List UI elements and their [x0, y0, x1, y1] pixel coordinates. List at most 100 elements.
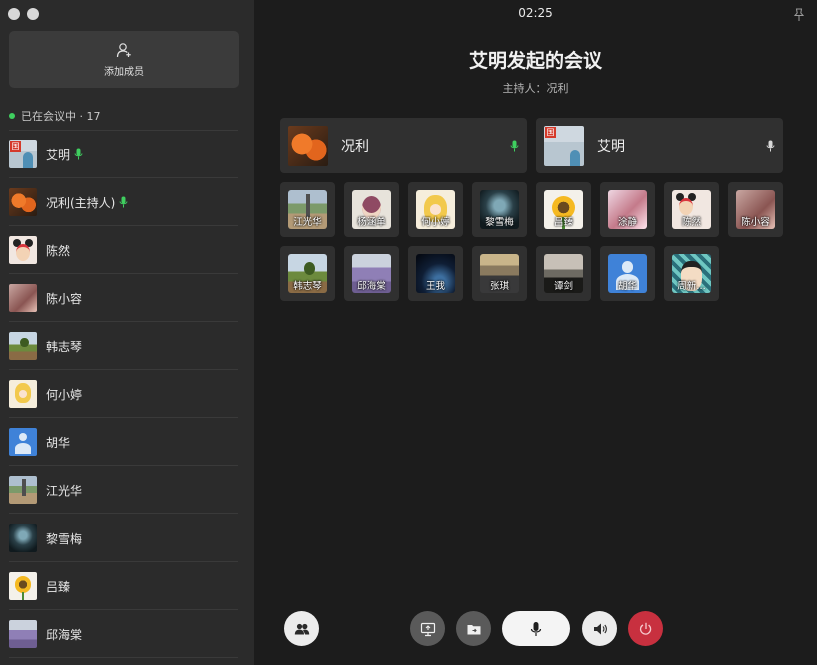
speaker-button[interactable]: [582, 611, 617, 646]
avatar: [9, 332, 37, 360]
avatar: [9, 524, 37, 552]
participant-name: 谭剑: [553, 281, 573, 292]
member-name: 况利(主持人): [46, 195, 116, 210]
member-name: 何小婷: [46, 387, 83, 402]
meeting-timer: 02:25: [518, 6, 553, 20]
participant-tile[interactable]: 邱海棠: [344, 246, 399, 301]
participant-tile[interactable]: 吕臻: [536, 182, 591, 237]
participant-tile[interactable]: 王我: [408, 246, 463, 301]
screen-share-button[interactable]: [410, 611, 445, 646]
participant-name: 吕臻: [553, 217, 573, 228]
screen-share-icon: [420, 622, 435, 636]
online-dot-icon: [9, 113, 15, 119]
member-list-item[interactable]: 胡华: [0, 418, 254, 466]
member-list: 艾明况利(主持人) 陈然陈小容韩志琴何小婷胡华江光华黎雪梅吕臻邱海棠: [0, 130, 254, 658]
member-list-item[interactable]: 韩志琴: [0, 322, 254, 370]
participant-name: 陈然: [681, 217, 701, 228]
avatar: [288, 125, 328, 166]
microphone-button[interactable]: [502, 611, 570, 646]
file-share-icon: [467, 624, 480, 634]
meeting-stage: 02:25 艾明发起的会议 主持人：况利 况利 艾明 江光华 杨涵单 何小婷 黎雪梅 吕…: [254, 0, 817, 665]
members-icon: [294, 623, 309, 634]
file-share-button[interactable]: [456, 611, 491, 646]
participant-tile[interactable]: 张琪: [472, 246, 527, 301]
member-name: 韩志琴: [46, 339, 83, 354]
participant-name: 陈小容: [741, 217, 770, 228]
meeting-host: 主持人：况利: [502, 82, 569, 95]
avatar: [9, 476, 37, 504]
member-name: 陈小容: [46, 291, 83, 306]
speaker-name: 艾明: [597, 138, 625, 155]
member-name: 黎雪梅: [46, 531, 83, 546]
participant-tile[interactable]: 谭剑: [536, 246, 591, 301]
participant-name: 杨涵单: [357, 217, 386, 228]
participant-tile[interactable]: 胡华: [600, 246, 655, 301]
participant-name: 涂静: [617, 217, 637, 228]
members-button[interactable]: [284, 611, 319, 646]
member-list-item[interactable]: 江光华: [0, 466, 254, 514]
microphone-icon: [119, 196, 128, 208]
minimize-window-button[interactable]: [27, 8, 39, 20]
pin-icon[interactable]: [793, 8, 805, 22]
avatar: [9, 140, 37, 168]
avatar: [9, 380, 37, 408]
member-name: 邱海棠: [46, 627, 83, 642]
add-member-label: 添加成员: [104, 66, 144, 78]
in-meeting-count: 已在会议中 · 17: [9, 108, 101, 124]
meeting-window: 添加成员 已在会议中 · 17 艾明况利(主持人)陈然陈小容韩志琴何小婷胡华江光…: [0, 0, 817, 665]
member-name: 吕臻: [46, 579, 71, 594]
member-name: 胡华: [46, 435, 71, 450]
participant-name: 韩志琴: [293, 281, 322, 292]
speaker-card[interactable]: 艾明: [536, 118, 783, 173]
participant-tile[interactable]: 涂静: [600, 182, 655, 237]
participant-name: 江光华: [293, 217, 322, 228]
avatar: [9, 572, 37, 600]
avatar: [9, 284, 37, 312]
member-name: 陈然: [46, 243, 71, 258]
speaker-card[interactable]: 况利: [280, 118, 527, 173]
participant-tile[interactable]: 何小婷: [408, 182, 463, 237]
member-list-item[interactable]: 艾明: [0, 130, 254, 178]
hangup-button[interactable]: [628, 611, 663, 646]
avatar: [9, 620, 37, 648]
member-list-item[interactable]: 黎雪梅: [0, 514, 254, 562]
speaker-name: 况利: [341, 138, 369, 155]
add-member-button[interactable]: 添加成员: [9, 31, 239, 88]
participant-tile[interactable]: 黎雪梅: [472, 182, 527, 237]
member-list-item[interactable]: 何小婷: [0, 370, 254, 418]
participant-tile[interactable]: 杨涵单: [344, 182, 399, 237]
member-list-item[interactable]: 陈小容: [0, 274, 254, 322]
member-list-item[interactable]: 陈然: [0, 226, 254, 274]
avatar: [9, 428, 37, 456]
participant-name: 邱海棠: [357, 281, 386, 292]
microphone-icon: [74, 148, 83, 160]
participant-tile[interactable]: 江光华: [280, 182, 335, 237]
member-name: 江光华: [46, 483, 83, 498]
participant-tile[interactable]: 周新…: [664, 246, 719, 301]
member-list-item[interactable]: 吕臻: [0, 562, 254, 610]
avatar: [9, 188, 37, 216]
power-icon: [639, 622, 651, 635]
member-sidebar: 添加成员 已在会议中 · 17 艾明况利(主持人) 陈然陈小容韩志琴何小婷胡华江光…: [0, 0, 254, 665]
member-list-item[interactable]: 况利(主持人): [0, 178, 254, 226]
participant-name: 黎雪梅: [485, 217, 514, 228]
microphone-icon: [510, 140, 519, 152]
participant-tile[interactable]: 陈然: [664, 182, 719, 237]
avatar: [544, 125, 584, 166]
in-meeting-label: 已在会议中 · 17: [21, 110, 101, 123]
member-name: 艾明: [46, 147, 71, 162]
participant-name: 胡华: [617, 281, 637, 292]
microphone-icon: [766, 140, 775, 152]
close-window-button[interactable]: [8, 8, 20, 20]
participant-tile[interactable]: 陈小容: [728, 182, 783, 237]
meeting-title: 艾明发起的会议: [468, 50, 602, 72]
member-list-item[interactable]: 邱海棠: [0, 610, 254, 658]
microphone-icon: [530, 621, 542, 636]
participant-name: 何小婷: [421, 217, 450, 228]
participant-tile[interactable]: 韩志琴: [280, 246, 335, 301]
avatar: [9, 236, 37, 264]
window-controls: [8, 8, 39, 20]
participant-name: 张琪: [489, 281, 509, 292]
speaker-icon: [593, 623, 607, 634]
participant-name: 王我: [425, 281, 445, 292]
